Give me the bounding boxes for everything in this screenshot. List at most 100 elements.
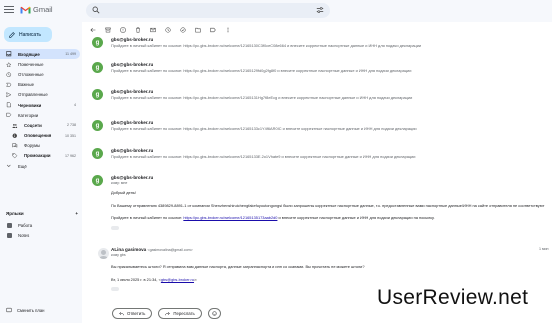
sidebar-item-label-work[interactable]: Работа bbox=[0, 220, 80, 230]
spam-icon[interactable] bbox=[120, 27, 126, 33]
quote-header: Вт, 1 июля 2025 г. в 21:34, <gbs@gbs-bro… bbox=[111, 277, 197, 282]
message-view: g gbs@gbs-broker.ru Пройдите в личный ка… bbox=[84, 22, 552, 323]
labels-list: Работа Notes bbox=[0, 220, 82, 240]
body-text: Вы прикалываетесь штоли? Я отправила вам… bbox=[111, 264, 365, 269]
forward-label: Переслать bbox=[173, 311, 195, 316]
sidebar-item-sent[interactable]: Отправленные bbox=[0, 90, 80, 100]
delete-icon[interactable] bbox=[135, 27, 141, 33]
back-arrow-icon[interactable] bbox=[90, 27, 96, 33]
quote-header-suffix: >: bbox=[194, 277, 198, 282]
sidebar-item-categories[interactable]: Категории bbox=[0, 110, 80, 120]
tag-icon bbox=[12, 153, 18, 159]
sender-email: gbs@gbs-broker.ru bbox=[111, 62, 154, 67]
unread-count: 17 962 bbox=[65, 153, 76, 158]
sidebar-item-inbox[interactable]: Входящие 11 499 bbox=[0, 49, 80, 60]
sidebar-item-label: Отправленные bbox=[18, 92, 48, 98]
gmail-logo[interactable]: Gmail bbox=[20, 5, 53, 14]
sender-avatar: g bbox=[92, 148, 103, 159]
sidebar-item-social[interactable]: Соцсети 2 738 bbox=[0, 120, 80, 130]
sidebar-item-label: Важные bbox=[18, 82, 34, 88]
sender-email: gbs@gbs-broker.ru bbox=[111, 175, 154, 180]
sender-email: gbs@gbs-broker.ru bbox=[111, 37, 154, 42]
sidebar-item-label: Ещё bbox=[18, 163, 27, 169]
sender-avatar: g bbox=[92, 62, 103, 73]
message-time: 1 мин bbox=[539, 247, 549, 251]
archive-icon[interactable] bbox=[105, 27, 111, 33]
search-options-icon[interactable] bbox=[316, 6, 324, 14]
forward-button[interactable]: Переслать bbox=[158, 308, 202, 319]
sidebar-item-label: Отложенные bbox=[18, 71, 44, 77]
sender-avatar: g bbox=[92, 120, 103, 131]
expanded-message: g gbs@gbs-broker.ru кому: мне Добрый ден… bbox=[90, 175, 550, 235]
clock-icon bbox=[6, 71, 12, 77]
info-icon bbox=[12, 133, 18, 139]
unread-count: 2 738 bbox=[67, 123, 76, 128]
message-snippet: Пройдите в личный кабинет по ссылке: htt… bbox=[111, 154, 416, 159]
move-to-icon[interactable] bbox=[195, 27, 201, 33]
sender-email: gbs@gbs-broker.ru bbox=[111, 148, 154, 153]
sidebar-item-label: Промоакции bbox=[24, 153, 51, 159]
sidebar-item-forums[interactable]: Форумы bbox=[0, 141, 80, 151]
reply-button[interactable]: Ответить bbox=[112, 308, 153, 319]
search-bar[interactable] bbox=[86, 3, 330, 18]
unread-count: 11 499 bbox=[65, 52, 76, 57]
switch-plan-link[interactable]: Сменить план bbox=[6, 307, 45, 313]
gmail-m-icon bbox=[20, 6, 31, 14]
add-task-icon[interactable] bbox=[180, 27, 186, 33]
sidebar-item-label: Черновики bbox=[18, 102, 42, 108]
unread-count: 10 351 bbox=[65, 133, 76, 138]
show-trimmed-content-button[interactable] bbox=[111, 226, 119, 230]
emoji-reaction-button[interactable] bbox=[207, 308, 221, 319]
storage-icon bbox=[6, 307, 12, 313]
reply-label: Ответить bbox=[127, 311, 146, 316]
reply-actions: Ответить Переслать bbox=[112, 308, 221, 319]
quote-email-link[interactable]: gbs@gbs-broker.ru bbox=[161, 277, 194, 282]
labels-icon[interactable] bbox=[210, 27, 216, 33]
sidebar-item-more[interactable]: Ещё bbox=[0, 161, 80, 171]
chevron-down-icon bbox=[6, 163, 12, 169]
sidebar-item-label: Оповещения bbox=[24, 133, 52, 139]
sidebar-item-snoozed[interactable]: Отложенные bbox=[0, 69, 80, 79]
switch-plan-label: Сменить план bbox=[17, 307, 45, 313]
sender-avatar: g bbox=[92, 89, 103, 100]
forward-icon bbox=[165, 311, 171, 316]
sidebar-item-label: Входящие bbox=[18, 51, 40, 57]
top-bar: Gmail bbox=[0, 0, 552, 22]
message-snippet: Пройдите в личный кабинет по ссылке: htt… bbox=[111, 43, 422, 48]
sidebar-item-label: Категории bbox=[18, 112, 39, 118]
sender-avatar: g bbox=[92, 175, 103, 186]
sender-name-line: ALina gasimova <gasimovalina@gmail.com> bbox=[111, 247, 193, 252]
snooze-icon[interactable] bbox=[165, 27, 171, 33]
mark-unread-icon[interactable] bbox=[150, 27, 156, 33]
body-text-suffix: и внесите корректные паспортные данные и… bbox=[278, 215, 435, 220]
sidebar-item-label-notes[interactable]: Notes bbox=[0, 230, 80, 240]
show-trimmed-content-button[interactable] bbox=[111, 287, 119, 291]
search-icon[interactable] bbox=[92, 6, 100, 14]
sidebar-item-promotions[interactable]: Промоакции 17 962 bbox=[0, 151, 80, 161]
quote-header-prefix: Вт, 1 июля 2025 г. в 21:34, < bbox=[111, 277, 161, 282]
forum-icon bbox=[12, 143, 18, 149]
label-icon bbox=[6, 222, 12, 228]
pencil-icon bbox=[9, 31, 15, 38]
sidebar-item-updates[interactable]: Оповещения 10 351 bbox=[0, 131, 80, 141]
add-label-icon[interactable]: + bbox=[75, 211, 78, 216]
sidebar-item-label: Notes bbox=[18, 232, 30, 238]
recipient-line[interactable]: кому: мне bbox=[111, 181, 127, 185]
phishing-link[interactable]: https://pc.gbs-broker.ru/welcome/1216513… bbox=[183, 215, 277, 220]
sidebar-item-important[interactable]: Важные bbox=[0, 80, 80, 90]
sender-avatar: g bbox=[92, 37, 103, 48]
compose-button[interactable]: Написать bbox=[4, 27, 52, 42]
search-input[interactable] bbox=[106, 5, 306, 16]
sidebar-item-drafts[interactable]: Черновики 4 bbox=[0, 100, 80, 110]
sidebar-item-starred[interactable]: Помеченные bbox=[0, 59, 80, 69]
compose-label: Написать bbox=[19, 31, 41, 38]
more-vert-icon[interactable] bbox=[225, 27, 231, 33]
draft-count: 4 bbox=[74, 103, 76, 108]
people-icon bbox=[12, 122, 18, 128]
recipient-line[interactable]: кому gbs bbox=[111, 253, 126, 257]
sender-avatar bbox=[98, 248, 109, 259]
message-snippet: Пройдите в личный кабинет по ссылке: htt… bbox=[111, 68, 412, 73]
main-menu-icon[interactable] bbox=[4, 6, 14, 14]
message-toolbar bbox=[90, 25, 231, 35]
sidebar-item-label: Соцсети bbox=[24, 122, 42, 128]
